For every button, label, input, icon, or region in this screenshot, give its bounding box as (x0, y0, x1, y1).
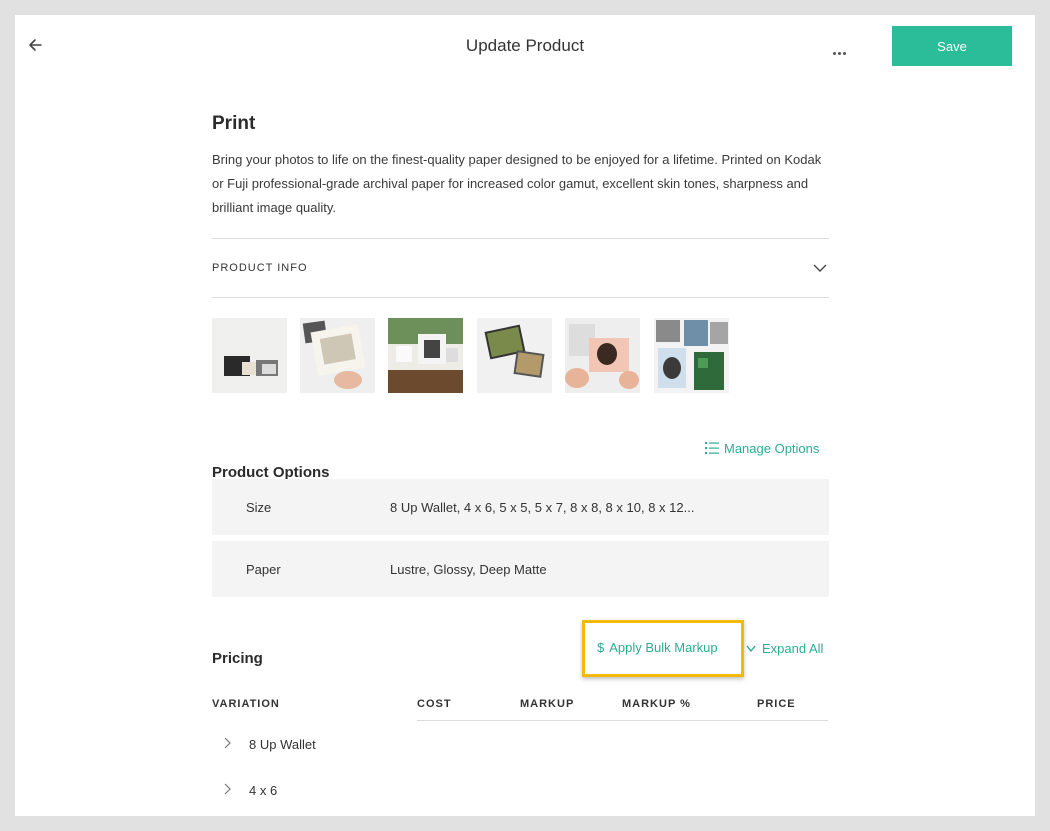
save-button[interactable]: Save (892, 26, 1012, 66)
option-row-size[interactable]: Size 8 Up Wallet, 4 x 6, 5 x 5, 5 x 7, 8… (212, 479, 829, 535)
expand-all-label: Expand All (762, 641, 824, 656)
column-header-markup-percent: MARKUP % (622, 698, 691, 710)
product-description: Bring your photos to life on the finest-… (212, 152, 822, 215)
column-header-cost: COST (417, 698, 452, 710)
product-image-thumbnail[interactable] (565, 318, 640, 393)
option-name: Paper (246, 562, 281, 577)
more-options-icon[interactable] (833, 42, 853, 55)
dollar-icon: $ (597, 640, 605, 655)
variation-row[interactable]: 8 Up Wallet (212, 737, 829, 777)
chevron-down-icon (746, 645, 756, 653)
apply-bulk-markup-button[interactable]: $ Apply Bulk Markup (582, 620, 744, 677)
variation-label: 4 x 6 (249, 783, 278, 798)
manage-options-button[interactable]: Manage Options (705, 441, 819, 456)
apply-bulk-markup-label: Apply Bulk Markup (609, 640, 718, 655)
column-header-price: PRICE (757, 698, 796, 710)
option-values: Lustre, Glossy, Deep Matte (390, 562, 547, 577)
expand-all-button[interactable]: Expand All (746, 641, 823, 656)
product-image-thumbnail[interactable] (388, 318, 463, 393)
product-image-thumbnail[interactable] (212, 318, 287, 393)
chevron-right-icon (224, 737, 231, 749)
product-image-thumbnail[interactable] (477, 318, 552, 393)
page-title: Update Product (465, 36, 585, 55)
list-icon (705, 442, 719, 454)
option-row-paper[interactable]: Paper Lustre, Glossy, Deep Matte (212, 541, 829, 597)
product-image-thumbnail[interactable] (654, 318, 729, 393)
option-name: Size (246, 500, 272, 515)
top-bar: Update Product Save (15, 15, 1035, 77)
variation-row[interactable]: 4 x 6 (212, 783, 829, 816)
divider (212, 297, 829, 298)
chevron-right-icon (224, 783, 231, 795)
update-product-window: Update Product Save Print Bring your pho… (15, 15, 1035, 816)
variation-label: 8 Up Wallet (249, 737, 316, 752)
product-info-label: PRODUCT INFO (212, 262, 308, 274)
column-header-markup: MARKUP (520, 698, 575, 710)
column-header-variation: VARIATION (212, 698, 280, 710)
manage-options-label: Manage Options (724, 441, 820, 456)
product-image-thumbnail[interactable] (300, 318, 375, 393)
chevron-down-icon (813, 264, 827, 272)
product-name: Print (212, 113, 256, 134)
option-values: 8 Up Wallet, 4 x 6, 5 x 5, 5 x 7, 8 x 8,… (390, 500, 695, 515)
pricing-title: Pricing (212, 650, 263, 667)
divider (417, 720, 828, 721)
product-info-toggle[interactable]: PRODUCT INFO (212, 239, 829, 297)
